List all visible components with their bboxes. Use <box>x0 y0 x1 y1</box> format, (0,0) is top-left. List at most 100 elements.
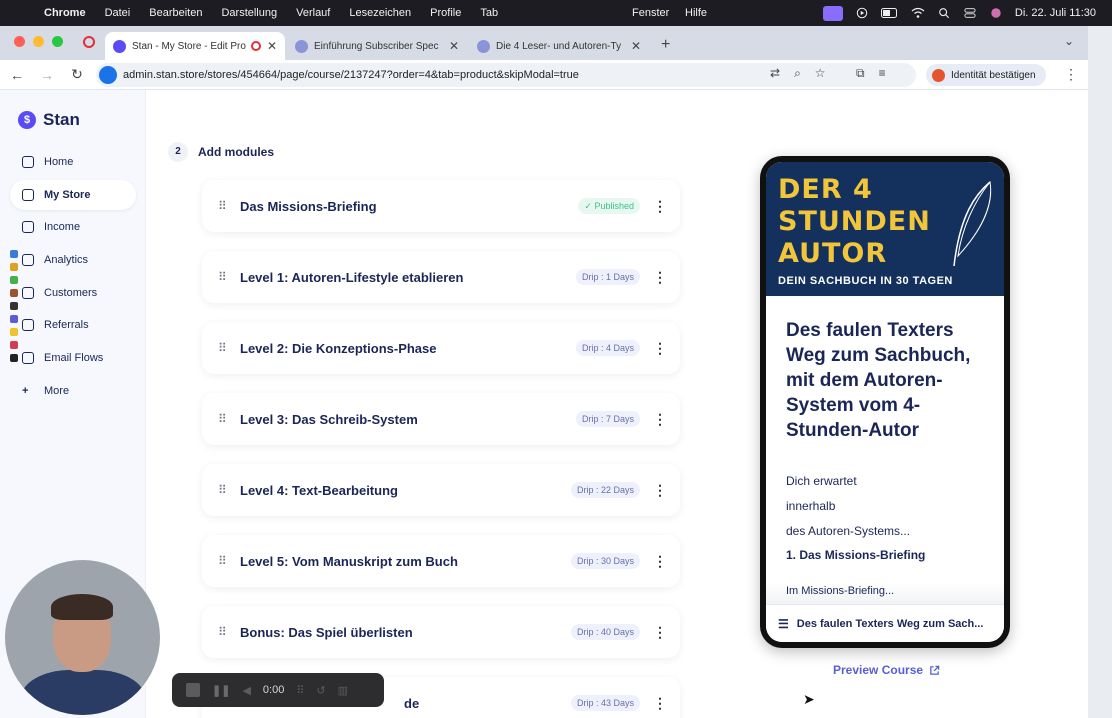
module-row[interactable]: ⠿ Level 5: Vom Manuskript zum Buch Drip … <box>202 535 680 587</box>
battery-icon[interactable] <box>880 7 899 19</box>
module-menu-icon[interactable]: ⋮ <box>650 340 670 357</box>
pause-recording-button[interactable]: ❚❚ <box>212 684 230 697</box>
module-title: Bonus: Das Spiel überlisten <box>240 624 413 640</box>
drag-handle-icon[interactable]: ⠿ <box>218 341 228 355</box>
drag-handle-icon[interactable]: ⠿ <box>218 412 228 426</box>
forward-button[interactable]: → <box>34 67 60 83</box>
module-row[interactable]: ⠿ Level 4: Text-Bearbeitung Drip : 22 Da… <box>202 464 680 516</box>
tab-stan-store[interactable]: Stan - My Store - Edit Pro ✕ <box>105 32 285 60</box>
sidebar-item-label: My Store <box>44 188 91 201</box>
tab-leser-typen[interactable]: Die 4 Leser- und Autoren-Ty ✕ <box>469 32 649 60</box>
module-title: Level 2: Die Konzeptions-Phase <box>240 340 437 356</box>
reload-button[interactable]: ↻ <box>64 66 90 83</box>
sidebar-item-my-store[interactable]: My Store <box>10 179 136 210</box>
module-menu-icon[interactable]: ⋮ <box>650 695 670 712</box>
restart-icon[interactable]: ↺ <box>316 684 325 697</box>
module-row[interactable]: ⠿ Bonus: Das Spiel überlisten Drip : 40 … <box>202 606 680 658</box>
dock-app-icon[interactable] <box>10 289 18 297</box>
sidebar-item-email-flows[interactable]: Email Flows <box>10 343 136 373</box>
module-menu-icon[interactable]: ⋮ <box>650 411 670 428</box>
sidebar-item-more[interactable]: + More <box>10 376 136 406</box>
module-menu-icon[interactable]: ⋮ <box>650 198 670 215</box>
identity-verify-button[interactable]: Identität bestätigen <box>926 64 1046 86</box>
menu-hilfe[interactable]: Hilfe <box>685 7 707 19</box>
sidebar-item-income[interactable]: Income <box>10 212 136 242</box>
phone-course-menu-bar[interactable]: ☰ Des faulen Texters Weg zum Sach... <box>766 604 1004 642</box>
translate-icon[interactable]: ⇄ <box>770 66 780 81</box>
menu-lesezeichen[interactable]: Lesezeichen <box>349 7 411 19</box>
dock-app-icon[interactable] <box>10 250 18 258</box>
sidebar-item-home[interactable]: Home <box>10 147 136 177</box>
search-icon[interactable] <box>937 7 951 19</box>
module-row[interactable]: ⠿ Level 2: Die Konzeptions-Phase Drip : … <box>202 322 680 374</box>
back-button[interactable]: ← <box>4 67 30 83</box>
zoom-icon[interactable]: ⌕ <box>794 66 801 81</box>
new-tab-button[interactable]: + <box>661 36 670 54</box>
module-row[interactable]: ⠿ Level 1: Autoren-Lifestyle etablieren … <box>202 251 680 303</box>
module-menu-icon[interactable]: ⋮ <box>650 553 670 570</box>
drip-badge: Drip : 1 Days <box>575 269 640 285</box>
close-window-button[interactable] <box>14 36 25 47</box>
site-info-icon[interactable] <box>99 66 117 84</box>
dock-app-icon[interactable] <box>10 276 18 284</box>
menu-bearbeiten[interactable]: Bearbeiten <box>149 7 202 19</box>
zoom-window-button[interactable] <box>52 36 63 47</box>
brand[interactable]: $ Stan <box>18 110 80 130</box>
sidebar-item-referrals[interactable]: Referrals <box>10 310 136 340</box>
menu-app-name[interactable]: Chrome <box>44 7 86 19</box>
menubar-datetime[interactable]: Di. 22. Juli 11:30 <box>1015 7 1096 19</box>
menu-tab[interactable]: Tab <box>480 7 498 19</box>
dock-app-icon[interactable] <box>10 263 18 271</box>
menu-darstellung[interactable]: Darstellung <box>221 7 277 19</box>
minimize-window-button[interactable] <box>33 36 44 47</box>
siri-icon[interactable] <box>989 7 1003 19</box>
wifi-icon[interactable] <box>911 7 925 19</box>
menu-verlauf[interactable]: Verlauf <box>296 7 330 19</box>
media-controls-icon[interactable]: ≡ <box>879 66 886 81</box>
dock-app-icon[interactable] <box>10 341 18 349</box>
screen-record-icon[interactable] <box>822 5 843 21</box>
menu-profile[interactable]: Profile <box>430 7 461 19</box>
hamburger-menu-icon[interactable]: ☰ <box>778 617 789 631</box>
url-text[interactable]: admin.stan.store/stores/454664/page/cour… <box>123 69 579 81</box>
extensions-puzzle-icon[interactable]: ⧉ <box>856 66 865 81</box>
drag-handle-icon[interactable]: ⠿ <box>218 625 228 639</box>
page-content: $ Stan Home My Store Income Analytics Cu… <box>0 90 1088 718</box>
dock-app-icon[interactable] <box>10 315 18 323</box>
drag-handle-icon[interactable]: ⠿ <box>218 554 228 568</box>
close-tab-icon[interactable]: ✕ <box>631 39 641 53</box>
close-tab-icon[interactable]: ✕ <box>267 39 277 53</box>
extensions-area: ⧉ ≡ <box>856 66 886 81</box>
phone-screen: DER 4 STUNDEN AUTOR DEIN SACHBUCH IN 30 … <box>766 162 1004 642</box>
drag-handle-icon[interactable]: ⠿ <box>218 270 228 284</box>
delete-recording-icon[interactable]: ▥ <box>338 684 348 697</box>
dock-app-icon[interactable] <box>10 354 18 362</box>
browser-menu-icon[interactable]: ⋮ <box>1064 66 1078 83</box>
dock-app-strip <box>10 250 18 367</box>
drag-handle-icon[interactable]: ⠿ <box>218 483 228 497</box>
play-circle-icon[interactable] <box>855 7 869 19</box>
menu-datei[interactable]: Datei <box>105 7 131 19</box>
preview-course-link[interactable]: Preview Course <box>833 663 940 677</box>
module-menu-icon[interactable]: ⋮ <box>650 269 670 286</box>
close-tab-icon[interactable]: ✕ <box>449 39 459 53</box>
tab-einfuehrung[interactable]: Einführung Subscriber Spec ✕ <box>287 32 467 60</box>
tab-search-chevron-icon[interactable]: ⌄ <box>1064 34 1074 48</box>
bookmark-star-icon[interactable]: ☆ <box>815 66 826 81</box>
sidebar-item-customers[interactable]: Customers <box>10 278 136 308</box>
module-menu-icon[interactable]: ⋮ <box>650 624 670 641</box>
dock-app-icon[interactable] <box>10 302 18 310</box>
mute-icon[interactable]: ◀ <box>242 684 250 697</box>
menu-fenster[interactable]: Fenster <box>632 7 669 19</box>
module-menu-icon[interactable]: ⋮ <box>650 482 670 499</box>
control-center-icon[interactable] <box>963 7 977 19</box>
feather-icon <box>953 180 992 267</box>
sidebar-item-analytics[interactable]: Analytics <box>10 245 136 275</box>
module-row[interactable]: ⠿ Level 3: Das Schreib-System Drip : 7 D… <box>202 393 680 445</box>
stop-recording-button[interactable] <box>186 683 200 697</box>
module-row[interactable]: ⠿ Das Missions-Briefing ✓ Published ⋮ <box>202 180 680 232</box>
draw-tool-icon[interactable]: ⠿ <box>296 684 304 697</box>
published-badge: ✓ Published <box>578 198 640 214</box>
drag-handle-icon[interactable]: ⠿ <box>218 199 228 213</box>
dock-app-icon[interactable] <box>10 328 18 336</box>
